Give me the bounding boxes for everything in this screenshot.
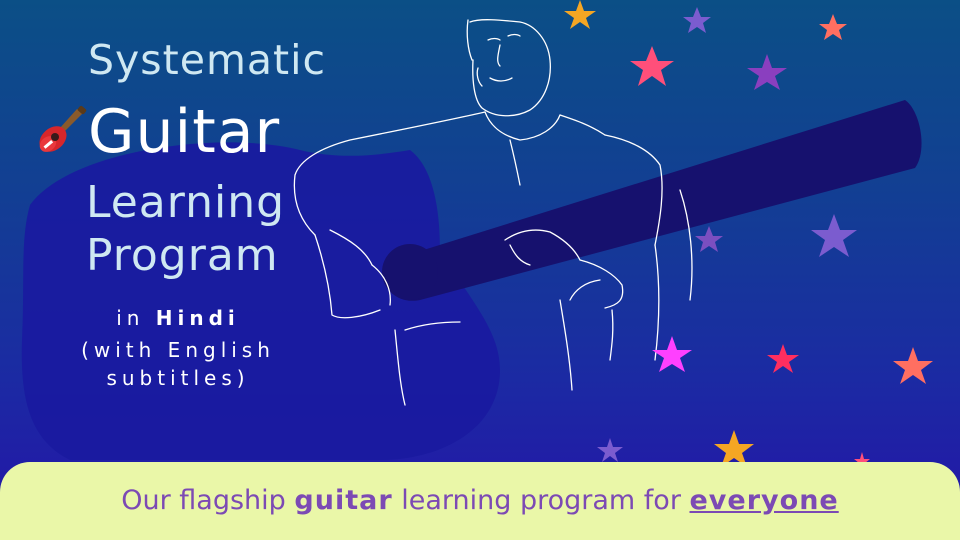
star-icon [747,54,787,90]
star-icon [630,46,674,86]
guitar-soundhole [382,244,438,300]
guitar-icon [39,105,87,152]
star-icon [695,226,723,252]
title-line-2: Guitar [88,97,281,167]
footer-text-part2: learning program for [392,485,690,516]
star-icon [597,438,623,462]
star-icon [652,336,692,372]
star-icon [564,0,596,29]
subtitle-line-3: subtitles) [106,366,250,390]
subtitle-language: in Hindi [48,304,308,333]
subtitle-language-name: Hindi [155,306,240,330]
footer-tagline: Our flagship guitar learning program for… [0,485,960,516]
subtitle-line-2: (with English [81,338,275,362]
star-icon [683,7,711,33]
title-line-1: Systematic [88,36,327,84]
title-line-3: Learning [86,177,286,228]
star-icon [811,214,857,257]
footer-text-part1: Our flagship [121,485,295,516]
banner: Systematic Guitar Learning Program in Hi… [0,0,960,540]
footer-link-everyone[interactable]: everyone [690,485,839,516]
subtitle-prefix: in [116,306,145,330]
star-icon [893,347,933,384]
star-icon [767,344,799,373]
star-icon [819,14,847,40]
guitar-neck [383,100,922,301]
title-line-4: Program [86,230,279,281]
footer-emphasis: guitar [294,485,393,516]
